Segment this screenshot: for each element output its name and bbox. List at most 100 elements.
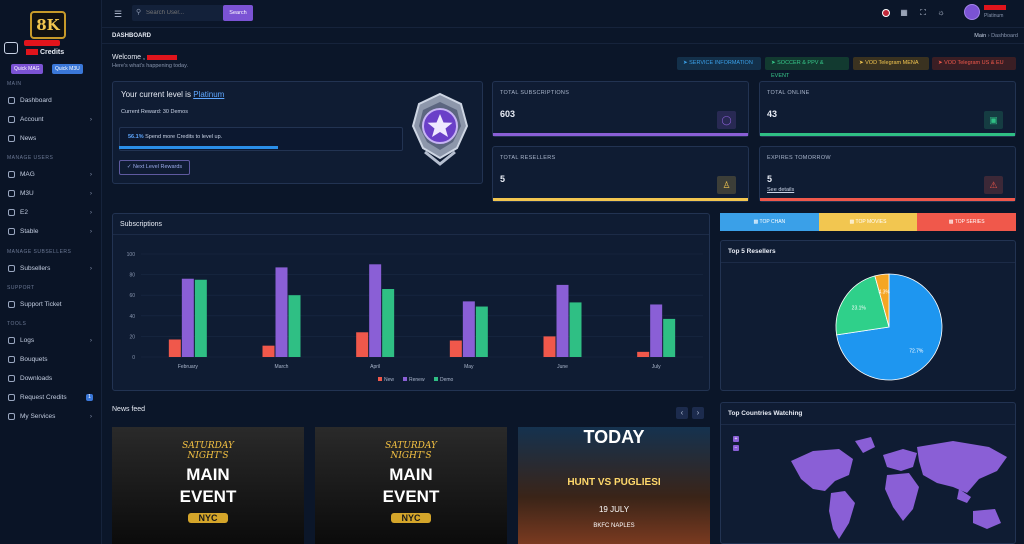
pie-slice-label: 23.1% [852, 305, 867, 311]
level-progress-bar [119, 146, 278, 149]
bar-new [637, 351, 650, 357]
sidebar-item-label: Bouquets [20, 356, 48, 363]
sidebar-item-mag[interactable]: MAG › [8, 169, 96, 181]
sidebar-item-downloads[interactable]: Downloads [8, 373, 96, 385]
bar-demo [663, 318, 676, 357]
stat-value: 603 [500, 109, 516, 119]
telegram-chip-0[interactable]: ➤ SERVICE INFORMATION [677, 57, 761, 70]
sidebar-item-e2[interactable]: E2 › [8, 207, 96, 219]
mag-icon [8, 170, 15, 178]
search-button[interactable]: Search [223, 5, 253, 21]
sidebar-item-stable[interactable]: Stable › [8, 226, 96, 238]
sidebar-item-request-credits[interactable]: Request Credits 1 [8, 392, 96, 404]
brand-logo[interactable]: 8K [30, 8, 70, 42]
user-card-icon [4, 42, 18, 54]
see-details-link[interactable]: See details [767, 187, 794, 193]
news-prev-button[interactable]: ‹ [676, 407, 688, 419]
sidebar-item-label: News [20, 135, 37, 142]
sidebar-item-support-ticket[interactable]: Support Ticket [8, 299, 96, 311]
subscriptions-panel: Subscriptions 0 20 40 60 80 100 February March A… [112, 213, 710, 391]
stat-accent-bar [493, 133, 748, 136]
search-input[interactable] [146, 8, 222, 18]
tab-top-series[interactable]: ▩ TOP SERIES [917, 213, 1016, 231]
sidebar-item-m3u[interactable]: M3U › [8, 188, 96, 200]
news-main: MAIN [186, 465, 230, 484]
legend-label: Demo [440, 377, 454, 383]
chevron-right-icon: › [89, 209, 92, 216]
sidebar-item-bouquets[interactable]: Bouquets [8, 354, 96, 366]
news-card[interactable]: SATURDAY NIGHT'S MAIN EVENT NYC [315, 427, 507, 544]
top-countries-panel: Top Countries Watching + − [720, 402, 1016, 544]
welcome-block: Welcome , Here's what's happening today. [112, 54, 188, 69]
news-card[interactable]: SATURDAY NIGHT'S MAIN EVENT NYC [112, 427, 304, 544]
tab-top-movies[interactable]: ▩ TOP MOVIES [818, 213, 918, 231]
stat-accent-bar [760, 198, 1015, 201]
quick-mag-button[interactable]: Quick MAG [11, 64, 43, 74]
sidebar-item-label: Stable [20, 228, 39, 235]
quick-m3u-button[interactable]: Quick M3U [52, 64, 83, 74]
sidebar-item-label: Support Ticket [20, 301, 62, 308]
fullscreen-icon[interactable]: ⛶ [919, 9, 927, 17]
telegram-chip-1[interactable]: ➤ SOCCER & PPV & EVENT [765, 57, 849, 79]
platinum-medal-icon [411, 92, 469, 166]
telegram-chip-2[interactable]: ➤ VOD Telegram MENA [853, 57, 929, 70]
y-tick-label: 60 [129, 293, 135, 299]
x-tick-label: May [464, 364, 474, 370]
apps-grid-icon[interactable]: ▦ [900, 9, 908, 17]
sidebar-item-news[interactable]: News [8, 133, 96, 145]
sidebar-item-label: E2 [20, 209, 28, 216]
request-credits-icon [8, 393, 15, 401]
telegram-chip-3[interactable]: ➤ VOD Telegram US & EU [932, 57, 1016, 70]
tab-label: TOP CHAN [759, 219, 786, 225]
avatar[interactable] [964, 4, 980, 20]
e2-icon [8, 208, 15, 216]
telegram-icon: ➤ [938, 60, 943, 66]
level-name-link[interactable]: Platinum [193, 90, 224, 99]
my-services-icon [8, 412, 15, 420]
y-tick-label: 0 [132, 355, 135, 361]
bar-new [543, 336, 556, 357]
menu-toggle-icon[interactable]: ☰ [114, 9, 122, 20]
monitor-icon: ▣ [984, 111, 1003, 129]
news-tag: BKFC NAPLES [593, 523, 635, 529]
stat-card-total-resellers: TOTAL RESELLERS 5 ♙ [492, 146, 749, 202]
legend-label: Renew [409, 377, 425, 383]
sidebar-item-dashboard[interactable]: Dashboard [8, 95, 96, 107]
account-icon [8, 115, 15, 123]
person-icon: ♙ [717, 176, 736, 194]
map-zoom-out-button[interactable]: − [733, 445, 739, 451]
world-map [791, 437, 1007, 539]
nav-section-main: MAIN [7, 81, 22, 87]
x-tick-label: March [275, 364, 289, 370]
news-card[interactable]: TODAY HUNT VS PUGLIESI 19 JULY BKFC NAPLES [518, 427, 710, 544]
sidebar-item-my-services[interactable]: My Services › [8, 411, 96, 423]
user-name-redacted [24, 40, 60, 46]
sidebar-item-logs[interactable]: Logs › [8, 335, 96, 347]
legend-swatch [434, 377, 438, 381]
sidebar-item-label: My Services [20, 413, 56, 420]
news-headline: SATURDAY NIGHT'S [385, 441, 437, 461]
pie-slice-label: 72.7% [909, 349, 924, 355]
stat-label: TOTAL ONLINE [767, 90, 810, 96]
language-flag-icon[interactable] [882, 9, 890, 17]
news-next-button[interactable]: › [692, 407, 704, 419]
stat-card-total-online: TOTAL ONLINE 43 ▣ [759, 81, 1016, 137]
next-level-rewards-button[interactable]: ✓ Next Level Rewards [119, 160, 190, 175]
welcome-subtitle: Here's what's happening today. [112, 63, 188, 69]
breadcrumb-home[interactable]: Main [974, 33, 986, 39]
quick-m3u-label: Quick M3U [55, 66, 80, 72]
news-event: EVENT [382, 487, 440, 506]
tab-top-chan[interactable]: ▩ TOP CHAN [720, 213, 819, 231]
theme-toggle-icon[interactable]: ☼ [937, 9, 945, 17]
chevron-right-icon: › [89, 337, 92, 344]
news-icon [8, 134, 15, 142]
map-zoom-in-button[interactable]: + [733, 436, 739, 442]
bar-demo [382, 289, 395, 357]
nav-section-manage-users: MANAGE USERS [7, 155, 54, 161]
bar-demo [288, 295, 301, 357]
sidebar-item-account[interactable]: Account › [8, 114, 96, 126]
stat-accent-bar [493, 198, 748, 201]
sidebar-item-subsellers[interactable]: Subsellers › [8, 263, 96, 275]
tv-icon: ▩ [753, 219, 759, 225]
x-tick-label: April [370, 364, 380, 370]
